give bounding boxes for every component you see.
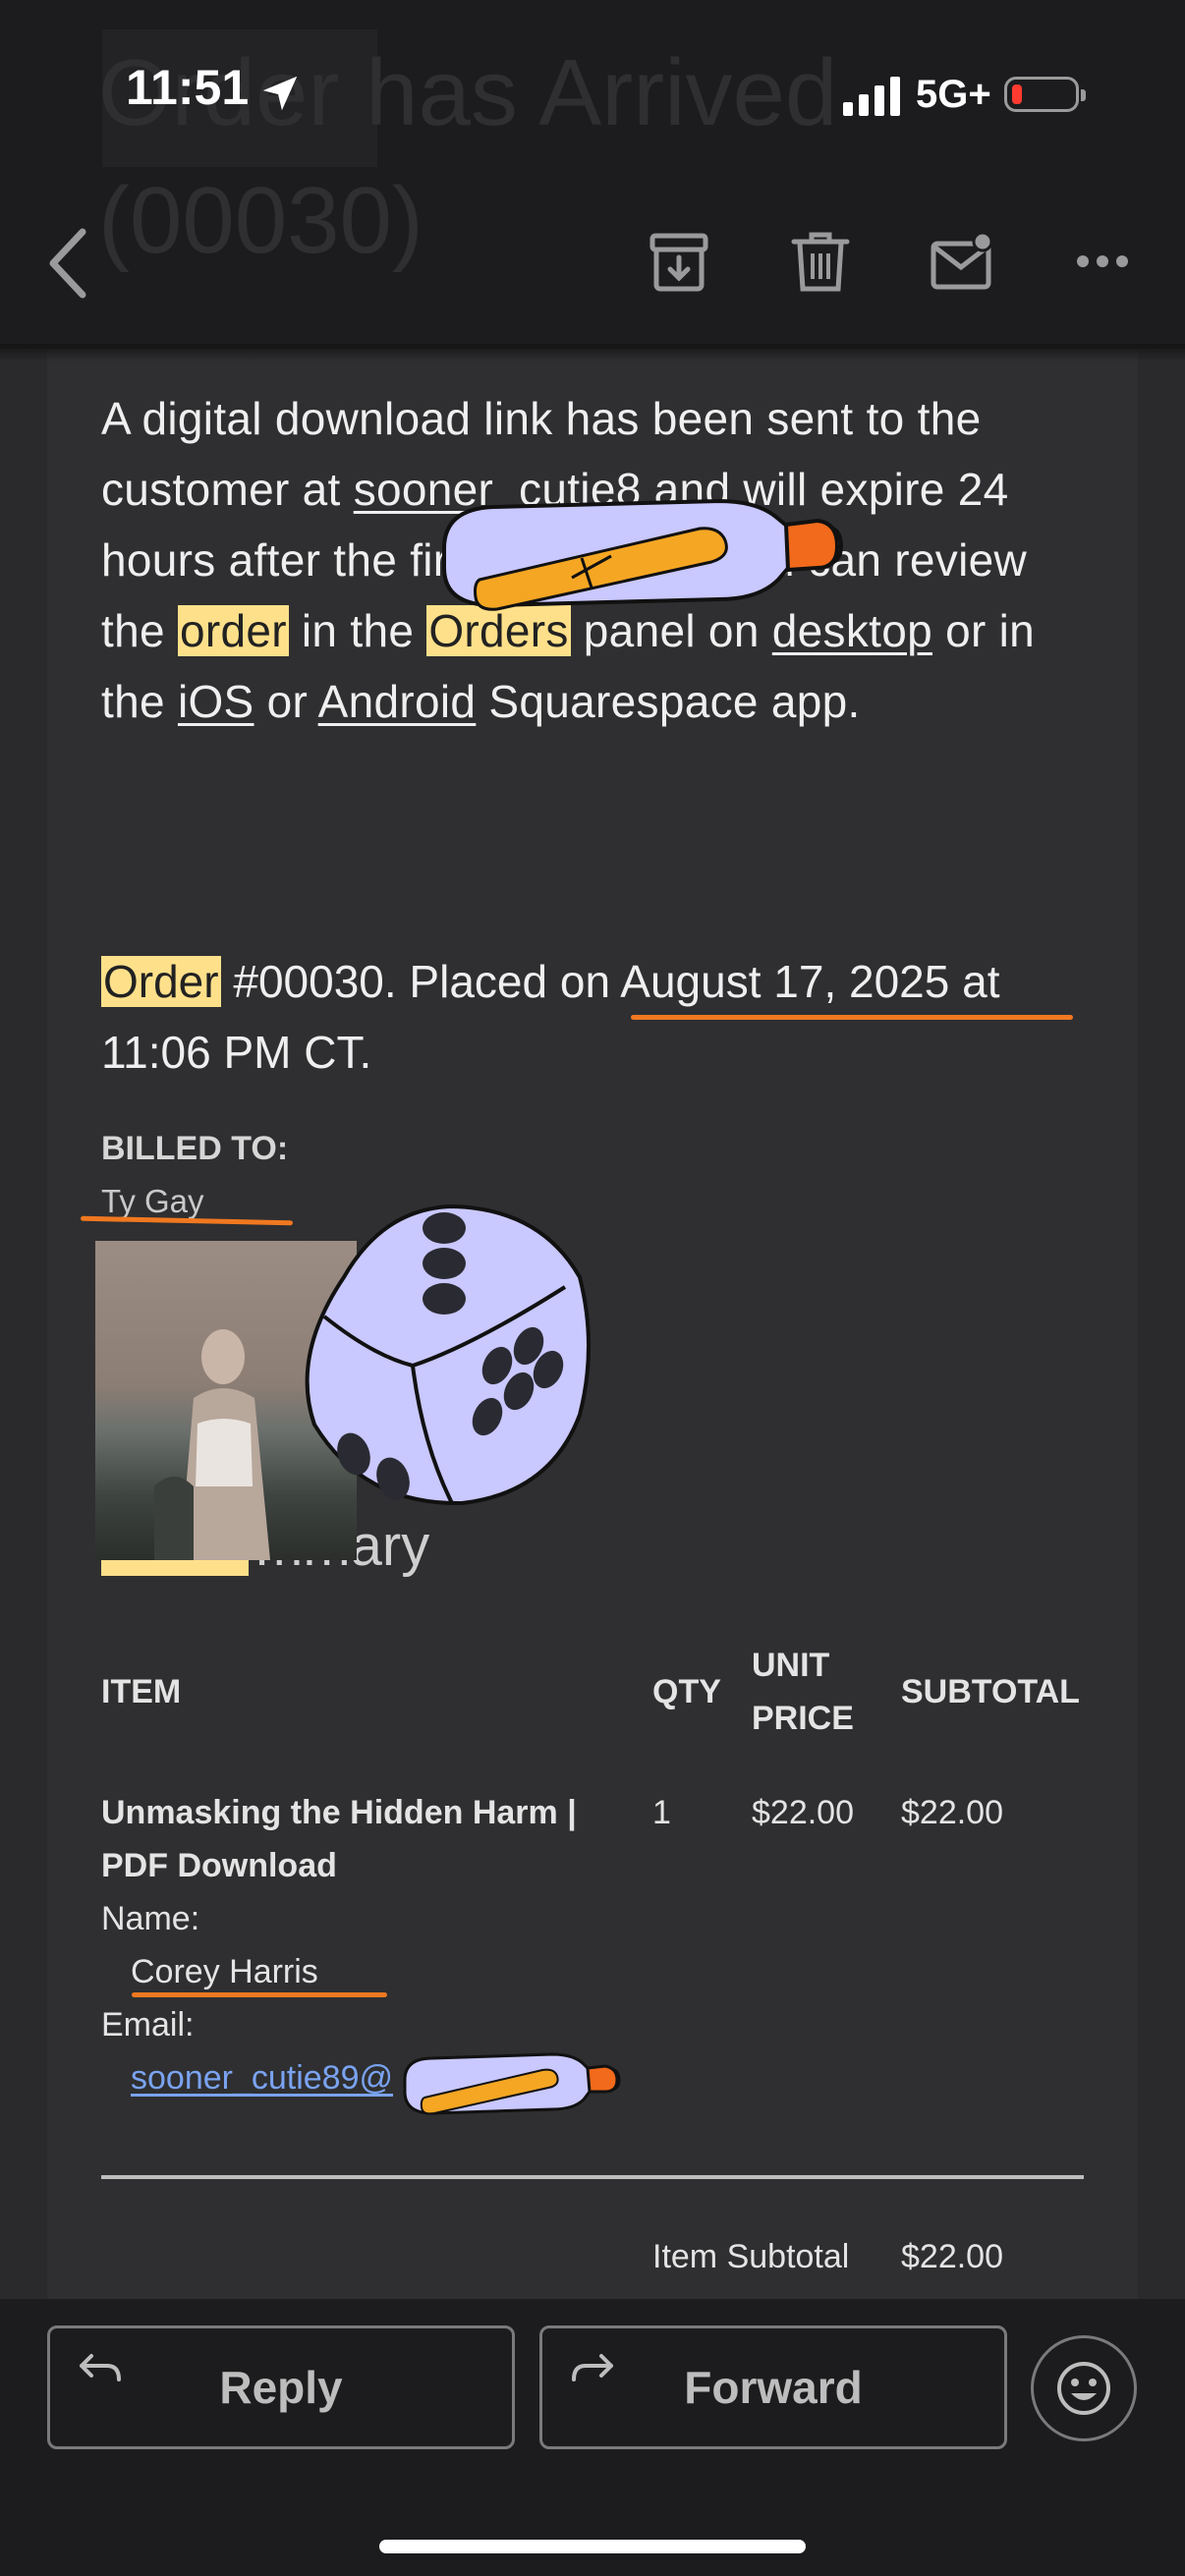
paragraph-text: Squarespace app. — [476, 676, 861, 727]
smiley-icon — [1057, 2362, 1110, 2415]
more-icon[interactable] — [1075, 253, 1130, 269]
ios-link[interactable]: iOS — [178, 676, 254, 727]
header-shadow — [0, 344, 1185, 362]
item-subtotal-value: $22.00 — [901, 2238, 1003, 2275]
location-arrow-icon — [262, 76, 298, 111]
emoji-reaction-button[interactable] — [1031, 2335, 1137, 2441]
reply-button[interactable]: Reply — [47, 2325, 515, 2449]
annotation-underline — [631, 1015, 1073, 1020]
battery-icon — [1004, 77, 1086, 112]
item-name: PDF Download — [101, 1847, 337, 1884]
bottle-sticker — [442, 498, 844, 611]
reply-arrow-icon — [80, 2354, 121, 2381]
qty-value: 1 — [652, 1794, 671, 1831]
name-label: Name: — [101, 1900, 200, 1937]
header-line: PRICE — [752, 1700, 854, 1737]
paragraph-text: in the — [288, 605, 427, 656]
subtotal-value: $22.00 — [901, 1794, 1003, 1831]
mark-unread-icon[interactable] — [930, 230, 996, 293]
back-chevron-icon[interactable] — [43, 224, 92, 303]
forward-button[interactable]: Forward — [539, 2325, 1007, 2449]
archive-icon[interactable] — [649, 232, 709, 293]
column-header-item: ITEM — [101, 1673, 182, 1710]
forward-arrow-icon — [572, 2354, 613, 2381]
home-indicator[interactable] — [379, 2540, 806, 2553]
cellular-signal-icon — [843, 77, 900, 116]
summary-divider — [101, 2175, 1084, 2179]
search-highlight: order — [177, 605, 289, 656]
network-type: 5G+ — [916, 73, 991, 116]
android-link[interactable]: Android — [318, 676, 477, 727]
name-value: Corey Harris — [131, 1953, 318, 1990]
item-name: Unmasking the Hidden Harm | — [101, 1794, 577, 1831]
billed-to-name: Ty Gay — [101, 1183, 204, 1219]
header-line: UNIT — [752, 1647, 830, 1684]
column-header-unit-price: UNIT PRICE — [752, 1639, 854, 1745]
reply-label: Reply — [219, 2362, 343, 2413]
annotation-underline — [132, 1992, 387, 1997]
paragraph-text: or — [254, 676, 318, 727]
item-subtotal-label: Item Subtotal — [652, 2238, 850, 2275]
trash-icon[interactable] — [790, 230, 851, 295]
column-header-qty: QTY — [652, 1673, 721, 1710]
order-text: #00030. Placed on — [220, 956, 621, 1007]
billed-to-label: BILLED TO: — [101, 1130, 289, 1167]
customer-email-link[interactable]: sooner_cutie89@ — [131, 2059, 393, 2097]
order-date: August 17, 2025 — [620, 956, 950, 1007]
dice-sticker — [305, 1204, 591, 1506]
status-time: 11:51 — [126, 60, 250, 115]
email-label: Email: — [101, 2006, 195, 2044]
column-header-subtotal: SUBTOTAL — [901, 1673, 1080, 1710]
unit-price-value: $22.00 — [752, 1794, 854, 1831]
bottle-sticker — [403, 2052, 621, 2115]
search-highlight: Order — [101, 956, 221, 1007]
forward-label: Forward — [684, 2362, 863, 2413]
